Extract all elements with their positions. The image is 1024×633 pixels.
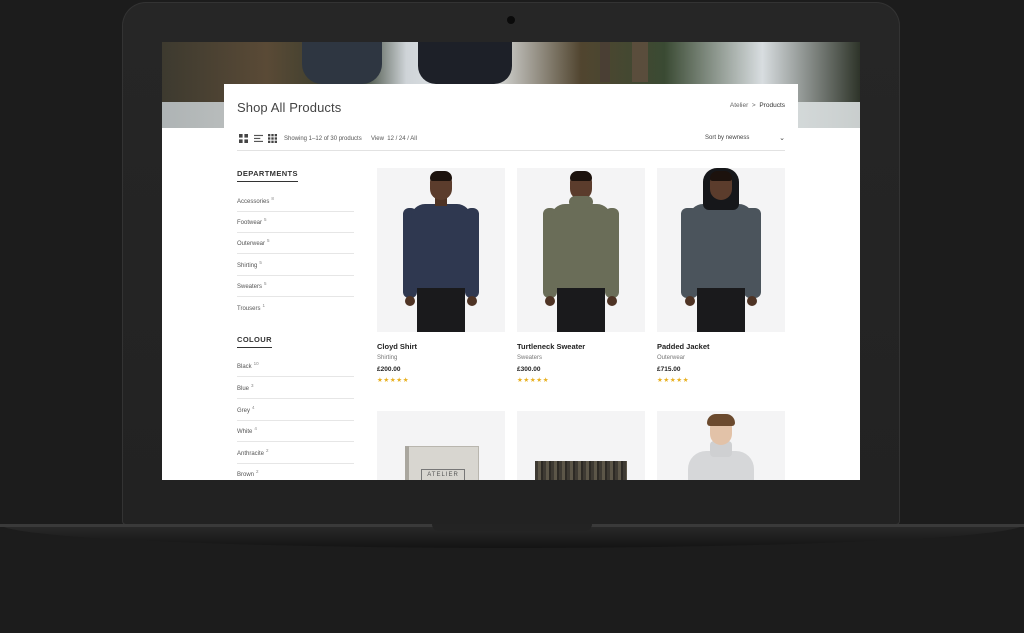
filter-label: Blue — [237, 386, 250, 392]
product-price: £715.00 — [657, 366, 681, 373]
filter-department-sweaters[interactable]: Sweaters5 — [237, 275, 354, 297]
star-rating: ★★★★★ — [377, 377, 410, 384]
filter-label: Brown — [237, 472, 255, 478]
filter-colour-blue[interactable]: Blue3 — [237, 377, 354, 399]
filter-count: 2 — [266, 448, 269, 453]
product-name[interactable]: Padded Jacket — [657, 342, 785, 351]
colour-heading: COLOUR — [237, 335, 272, 348]
product-card[interactable] — [657, 411, 785, 480]
filter-count: 3 — [251, 383, 254, 388]
product-image[interactable] — [377, 168, 505, 332]
filter-department-footwear[interactable]: Footwear5 — [237, 211, 354, 233]
filter-count: 1 — [262, 303, 265, 308]
filter-label: Trousers — [237, 306, 261, 312]
star-rating: ★★★★★ — [517, 377, 550, 384]
product-image[interactable] — [657, 168, 785, 332]
filter-colour-black[interactable]: Black10 — [237, 355, 354, 377]
breadcrumb: Atelier > Products — [730, 102, 785, 109]
filter-label: White — [237, 429, 253, 435]
product-category[interactable]: Shirting — [377, 355, 505, 361]
filter-label: Grey — [237, 408, 251, 414]
filter-count: 4 — [254, 426, 257, 431]
per-page-label: View — [371, 136, 384, 142]
product-card[interactable] — [517, 411, 645, 480]
product-card[interactable]: ATELIER — [377, 411, 505, 480]
filter-count: 8 — [271, 196, 274, 201]
product-image[interactable] — [517, 411, 645, 480]
product-category[interactable]: Sweaters — [517, 355, 645, 361]
filter-colour-grey[interactable]: Grey4 — [237, 399, 354, 421]
page-title: Shop All Products — [237, 100, 342, 115]
filter-count: 5 — [264, 281, 267, 286]
product-name[interactable]: Turtleneck Sweater — [517, 342, 645, 351]
screen: Shop All Products Atelier > Products Sho… — [162, 42, 860, 480]
webcam — [507, 16, 515, 24]
filter-department-outerwear[interactable]: Outerwear5 — [237, 232, 354, 254]
filter-label: Sweaters — [237, 284, 263, 290]
product-category[interactable]: Outerwear — [657, 355, 785, 361]
per-page-options[interactable]: 12 / 24 / All — [387, 136, 417, 142]
filter-label: Outerwear — [237, 241, 266, 247]
filter-count: 4 — [252, 405, 255, 410]
departments-heading: DEPARTMENTS — [237, 169, 298, 182]
filter-count: 5 — [259, 260, 262, 265]
product-card[interactable]: Padded Jacket Outerwear £715.00 ★★★★★ — [657, 168, 785, 384]
chevron-down-icon: ⌄ — [779, 135, 785, 142]
filter-department-accessories[interactable]: Accessories8 — [237, 190, 354, 212]
product-image[interactable] — [517, 168, 645, 332]
product-image[interactable]: ATELIER — [377, 411, 505, 480]
product-card[interactable]: Cloyd Shirt Shirting £200.00 ★★★★★ — [377, 168, 505, 384]
product-price: £300.00 — [517, 366, 541, 373]
laptop-notch — [432, 524, 592, 531]
filter-label: Anthracite — [237, 451, 265, 457]
per-page-selector[interactable]: View 12 / 24 / All — [371, 136, 417, 142]
filter-count: 2 — [256, 469, 259, 474]
grid-large-icon[interactable] — [239, 134, 248, 143]
filter-label: Shirting — [237, 263, 258, 269]
page-header: Shop All Products Atelier > Products — [224, 84, 798, 128]
list-view-icon[interactable] — [254, 134, 263, 143]
filter-label: Footwear — [237, 220, 263, 226]
sort-label: Sort by newness — [705, 135, 750, 141]
filter-department-shirting[interactable]: Shirting5 — [237, 254, 354, 276]
result-count: Showing 1–12 of 30 products — [284, 136, 362, 142]
breadcrumb-home[interactable]: Atelier — [730, 102, 748, 109]
filter-colour-anthracite[interactable]: Anthracite2 — [237, 442, 354, 464]
breadcrumb-current: Products — [759, 102, 785, 109]
filter-department-trousers[interactable]: Trousers1 — [237, 297, 354, 318]
product-price: £200.00 — [377, 366, 401, 373]
filter-colour-white[interactable]: White4 — [237, 420, 354, 442]
breadcrumb-separator: > — [751, 102, 756, 109]
product-name[interactable]: Cloyd Shirt — [377, 342, 505, 351]
sort-dropdown[interactable]: Sort by newness ⌄ — [705, 135, 785, 142]
product-card[interactable]: Turtleneck Sweater Sweaters £300.00 ★★★★… — [517, 168, 645, 384]
product-image[interactable] — [657, 411, 785, 480]
filter-count: 5 — [264, 217, 267, 222]
filter-count: 5 — [267, 238, 270, 243]
shop-toolbar: Showing 1–12 of 30 products View 12 / 24… — [237, 130, 785, 151]
filter-label: Accessories — [237, 199, 270, 205]
filter-label: Black — [237, 364, 252, 370]
book-cover-label: ATELIER — [421, 469, 465, 480]
filter-colour-brown[interactable]: Brown2 — [237, 463, 354, 480]
grid-small-icon[interactable] — [268, 134, 277, 143]
star-rating: ★★★★★ — [657, 377, 690, 384]
filter-count: 10 — [253, 361, 259, 366]
